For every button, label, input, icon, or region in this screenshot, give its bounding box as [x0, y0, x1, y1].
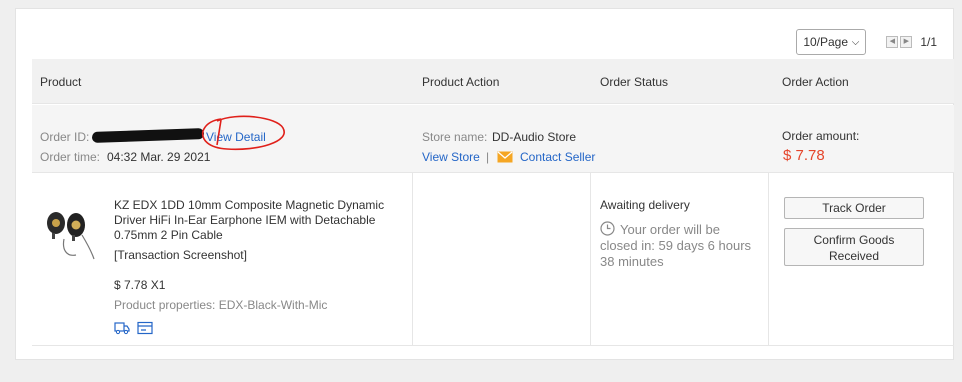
order-summary-bar: Order ID: View Detail Order time: 04:32 …: [32, 105, 954, 173]
store-name-value: DD-Audio Store: [492, 130, 577, 144]
confirm-goods-received-button[interactable]: Confirm Goods Received: [784, 228, 924, 266]
order-item-row: KZ EDX 1DD 10mm Composite Magnetic Dynam…: [32, 173, 954, 346]
header-order-status: Order Status: [600, 75, 669, 89]
page-size-value: 10/Page: [803, 35, 849, 49]
page-size-select[interactable]: 10/Page ⌵: [796, 29, 867, 55]
truck-icon[interactable]: [114, 321, 130, 335]
orders-panel: 10/Page ⌵ ◀ ▶ 1/1 Product Product Action…: [15, 8, 954, 360]
header-order-action: Order Action: [782, 75, 849, 89]
product-title-line-1[interactable]: KZ EDX 1DD 10mm Composite Magnetic Dynam…: [114, 198, 384, 212]
store-name-label: Store name:: [422, 130, 488, 144]
column-divider: [590, 173, 591, 345]
view-store-link[interactable]: View Store: [422, 150, 480, 164]
redacted-order-id: [91, 128, 205, 143]
column-divider: [412, 173, 413, 345]
order-amount-value: $ 7.78: [783, 147, 825, 164]
page-indicator: 1/1: [920, 35, 937, 49]
item-price-quantity: $ 7.78 X1: [114, 278, 166, 292]
header-product-action: Product Action: [422, 75, 500, 89]
close-notice-line-2: closed in: 59 days 6 hours: [600, 238, 752, 253]
track-order-button[interactable]: Track Order: [784, 197, 924, 219]
pagination: 10/Page ⌵ ◀ ▶ 1/1: [796, 29, 937, 55]
mail-icon: [497, 151, 513, 163]
contact-seller-link[interactable]: Contact Seller: [520, 150, 595, 164]
confirm-button-line-1: Confirm Goods: [813, 233, 895, 247]
order-time-value: 04:32 Mar. 29 2021: [107, 150, 211, 164]
clock-icon: [600, 221, 615, 236]
transaction-screenshot-link[interactable]: [Transaction Screenshot]: [114, 248, 247, 262]
product-thumbnail[interactable]: [42, 201, 102, 261]
close-notice-line-1: Your order will be: [620, 222, 720, 237]
annotation-circle: [201, 115, 285, 151]
order-status-text: Awaiting delivery: [600, 198, 690, 212]
order-time-label: Order time:: [40, 150, 101, 164]
product-title-line-3[interactable]: 0.75mm 2 Pin Cable: [114, 228, 223, 242]
order-id-label: Order ID:: [40, 130, 90, 144]
confirm-button-line-2: Received: [828, 249, 880, 263]
link-separator: |: [486, 150, 490, 164]
table-header: Product Product Action Order Status Orde…: [32, 59, 954, 104]
next-page-icon[interactable]: ▶: [900, 36, 913, 48]
product-title-line-2[interactable]: Driver HiFi In-Ear Earphone IEM with Det…: [114, 213, 375, 227]
card-icon[interactable]: [137, 321, 153, 335]
order-amount-label: Order amount:: [782, 129, 860, 143]
column-divider: [768, 173, 769, 345]
prev-page-icon[interactable]: ◀: [886, 36, 899, 48]
close-notice-line-3: 38 minutes: [600, 254, 664, 269]
chevron-down-icon: ⌵: [851, 36, 860, 48]
header-product: Product: [40, 75, 82, 89]
product-properties: Product properties: EDX-Black-With-Mic: [114, 298, 328, 312]
